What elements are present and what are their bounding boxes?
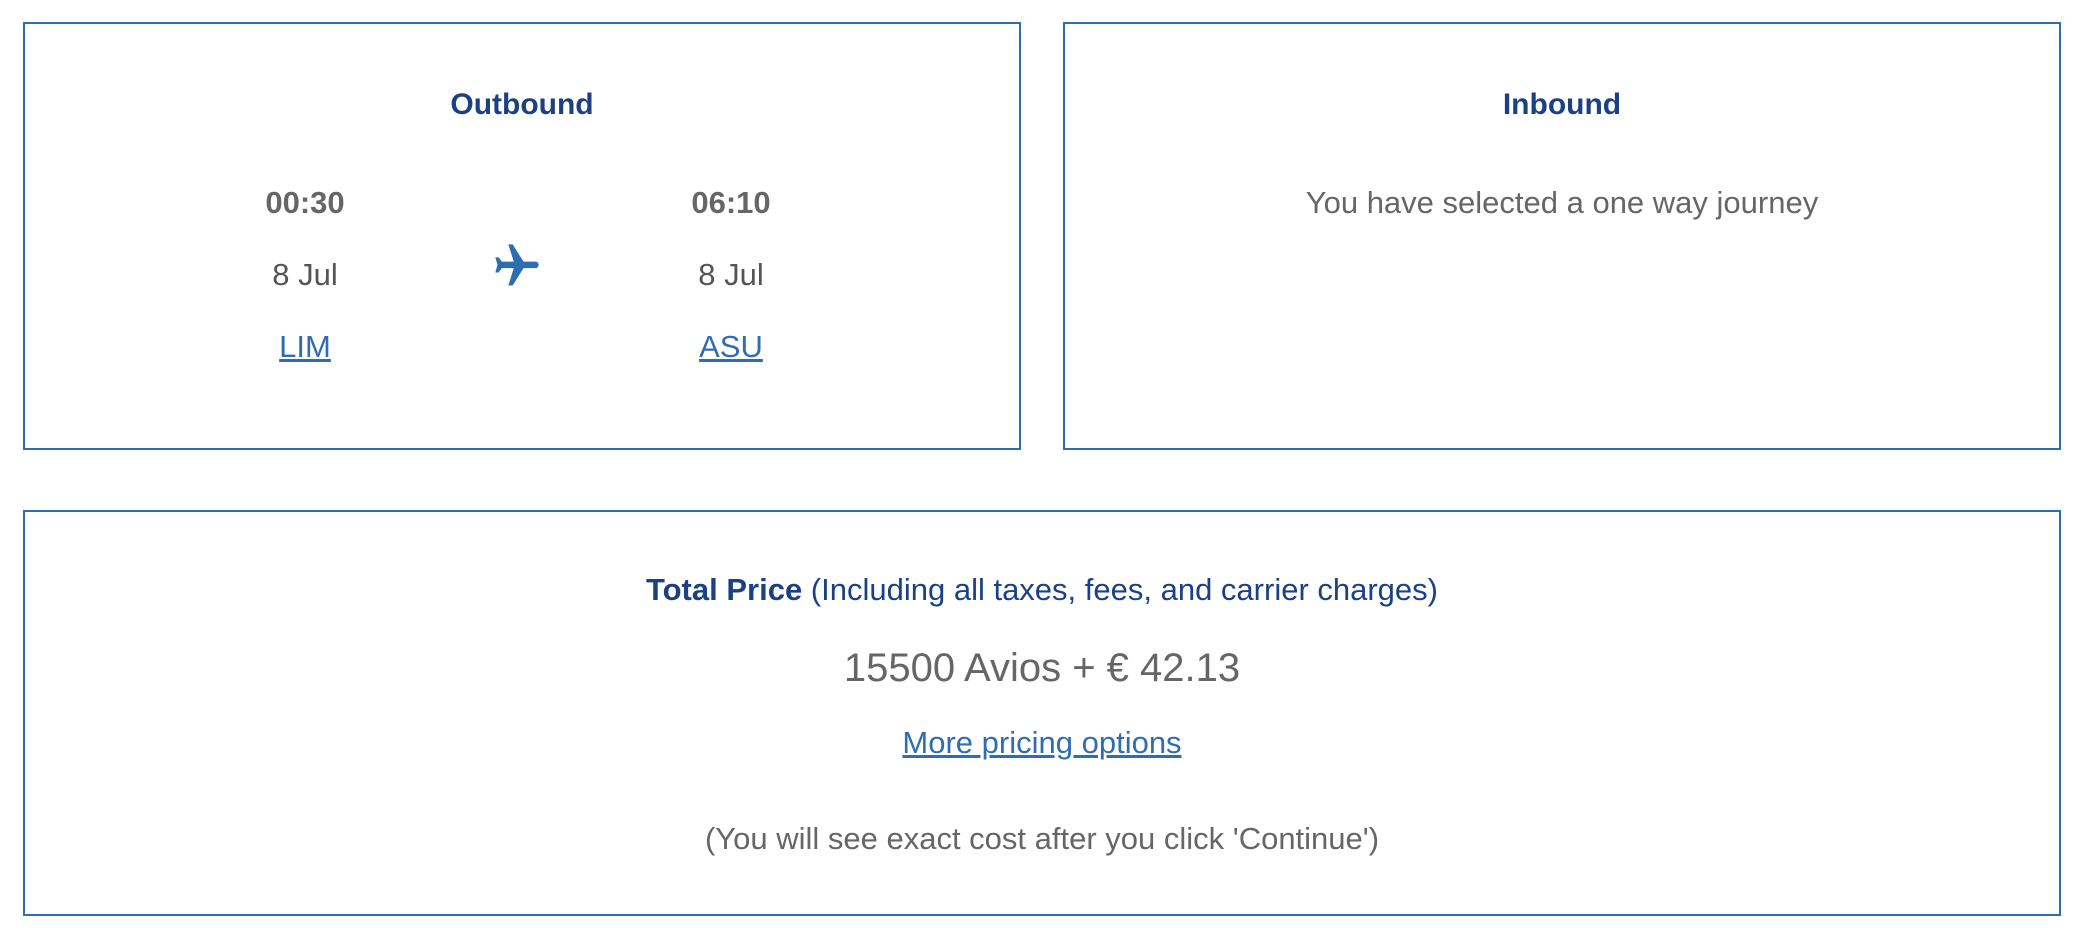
price-amount: 15500 Avios + € 42.13 [843, 646, 1241, 690]
total-price-panel: Total Price (Including all taxes, fees, … [23, 510, 2061, 916]
arrival-time: 06:10 [691, 185, 771, 220]
departure-airport-link[interactable]: LIM [205, 331, 405, 362]
exact-cost-note: (You will see exact cost after you click… [704, 821, 1380, 856]
outbound-heading: Outbound [450, 88, 594, 121]
more-pricing-container: More pricing options [25, 727, 2059, 758]
inbound-heading: Inbound [1502, 88, 1622, 121]
departure-time: 00:30 [265, 185, 345, 220]
total-price-note: (Including all taxes, fees, and carrier … [802, 572, 1438, 607]
total-price-label: Total Price [645, 572, 803, 607]
more-pricing-options-link[interactable]: More pricing options [902, 725, 1181, 760]
arrival-airport-link[interactable]: ASU [631, 331, 831, 362]
inbound-panel: Inbound You have selected a one way jour… [1063, 22, 2061, 450]
total-price-title: Total Price (Including all taxes, fees, … [25, 574, 2059, 605]
outbound-panel: Outbound 00:30 8 Jul LIM 06:10 8 Jul ASU [23, 22, 1021, 450]
airplane-icon [495, 244, 539, 286]
one-way-message: You have selected a one way journey [1305, 185, 1819, 220]
departure-date: 8 Jul [272, 257, 338, 292]
arrival-date: 8 Jul [698, 257, 764, 292]
